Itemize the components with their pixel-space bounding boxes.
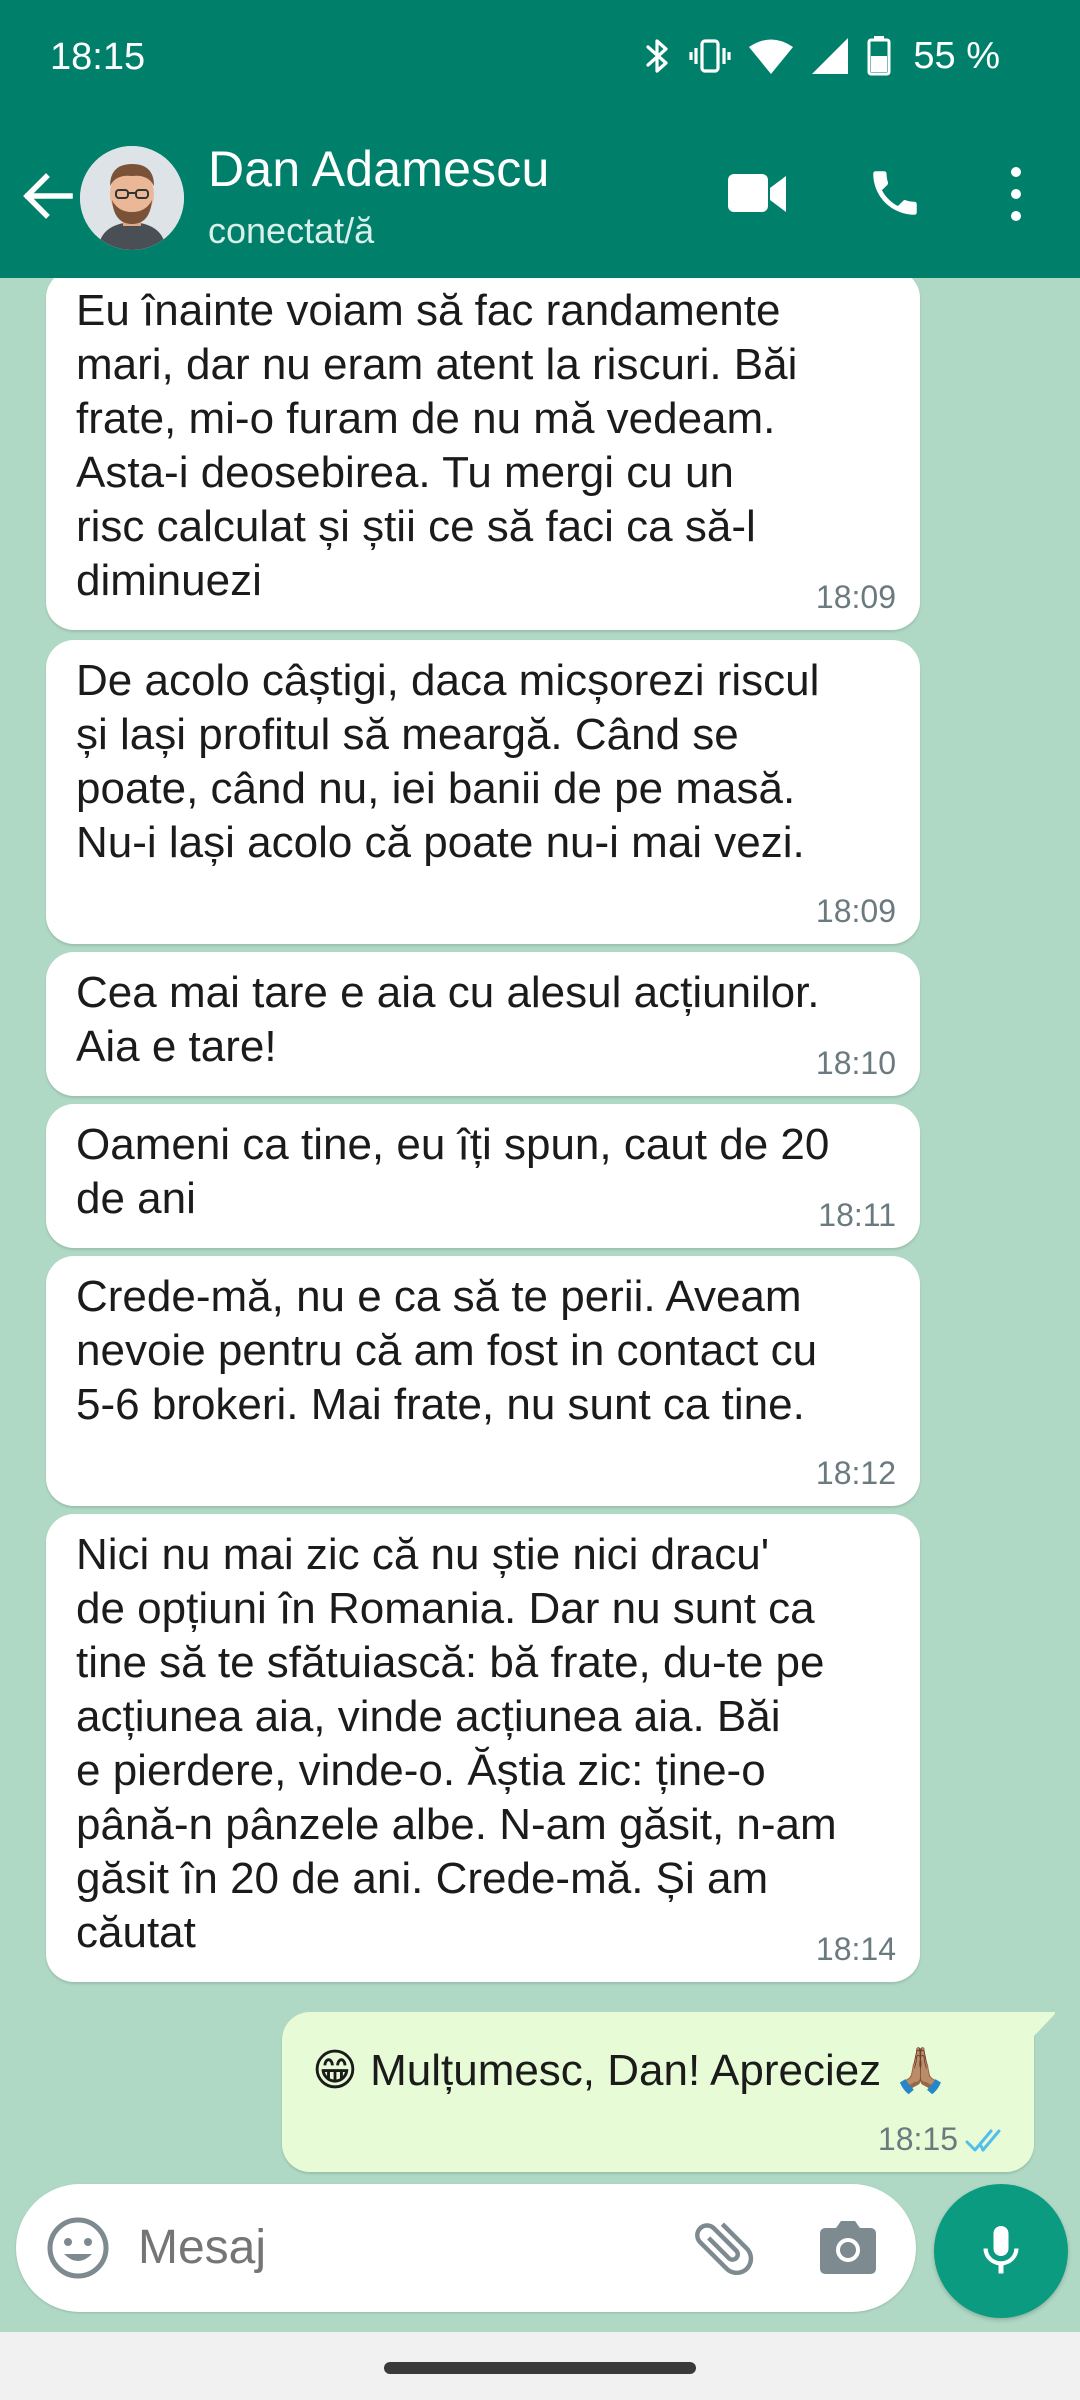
attach-button[interactable]: [688, 2212, 760, 2284]
attach-icon: [695, 2222, 754, 2276]
system-nav-bar: [0, 2332, 1080, 2400]
phone-icon: [873, 171, 917, 215]
emoji-icon: [47, 2217, 109, 2279]
message-bubble[interactable]: Eu înainte voiam să fac randamente mari,…: [46, 278, 920, 630]
message-time: 18:11: [818, 1197, 896, 1233]
outgoing-message-bubble[interactable]: 😁 Mulțumesc, Dan! Apreciez 🙏🏽 18:15: [282, 2012, 1034, 2172]
status-bar: 18:15 55 %: [0, 0, 1080, 118]
message-bubble[interactable]: Crede-mă, nu e ca să te perii. Aveam nev…: [46, 1256, 920, 1506]
wifi-icon: [749, 39, 794, 74]
battery-percent: 55 %: [913, 34, 1000, 77]
avatar[interactable]: [80, 146, 184, 250]
message-bubble[interactable]: De acolo câștigi, daca micșorezi riscul …: [46, 640, 920, 944]
more-options-button[interactable]: [1000, 162, 1032, 226]
video-call-icon: [728, 174, 786, 212]
message-text: De acolo câștigi, daca micșorezi riscul …: [76, 656, 820, 867]
vibrate-icon: [689, 39, 731, 73]
battery-icon: [867, 36, 891, 76]
mic-icon: [983, 2226, 1019, 2274]
back-arrow-icon: [23, 173, 73, 219]
camera-icon: [820, 2221, 876, 2274]
message-bubble[interactable]: Nici nu mai zic că nu știe nici dracu' d…: [46, 1514, 920, 1982]
message-list[interactable]: Eu înainte voiam să fac randamente mari,…: [0, 278, 1080, 2176]
back-button[interactable]: [20, 168, 76, 224]
message-time: 18:09: [815, 579, 896, 615]
status-icons: 55 %: [645, 34, 1000, 78]
message-time: 18:12: [815, 1455, 896, 1491]
message-time: 18:14: [815, 1931, 896, 1967]
message-text: 😁 Mulțumesc, Dan! Apreciez 🙏🏽: [312, 2046, 949, 2095]
chat-header: Dan Adamescu conectat/ă: [0, 118, 1080, 278]
message-time: 18:15: [877, 2121, 958, 2157]
message-input[interactable]: [138, 2220, 658, 2275]
message-time: 18:10: [815, 1045, 896, 1081]
bluetooth-icon: [646, 39, 668, 73]
voice-call-button[interactable]: [866, 164, 924, 222]
message-text: Oameni ca tine, eu îți spun, caut de 20 …: [76, 1120, 830, 1223]
contact-status: conectat/ă: [208, 210, 375, 251]
contact-name[interactable]: Dan Adamescu: [208, 140, 550, 198]
video-call-button[interactable]: [726, 168, 788, 220]
message-text: Crede-mă, nu e ca să te perii. Aveam nev…: [76, 1272, 818, 1429]
cell-signal-icon: [812, 38, 849, 74]
message-bubble[interactable]: Oameni ca tine, eu îți spun, caut de 20 …: [46, 1104, 920, 1248]
avatar-icon: [80, 146, 184, 250]
camera-button[interactable]: [814, 2214, 882, 2282]
message-text: Cea mai tare e aia cu alesul acțiunilor.…: [76, 968, 820, 1071]
message-text: Eu înainte voiam să fac randamente mari,…: [76, 286, 798, 605]
more-vert-icon: [1011, 167, 1021, 221]
outgoing-bubble-tail: [1032, 2012, 1055, 2038]
emoji-button[interactable]: [44, 2214, 112, 2282]
status-time: 18:15: [50, 36, 146, 78]
message-text: Nici nu mai zic că nu știe nici dracu' d…: [76, 1530, 837, 1957]
read-double-check-icon: [965, 2129, 1001, 2152]
home-gesture-handle[interactable]: [384, 2362, 696, 2374]
message-bubble[interactable]: Cea mai tare e aia cu alesul acțiunilor.…: [46, 952, 920, 1096]
message-time: 18:09: [815, 893, 896, 929]
message-composer[interactable]: [16, 2184, 916, 2312]
voice-message-button[interactable]: [934, 2184, 1068, 2318]
composer-bar: [0, 2176, 1080, 2332]
